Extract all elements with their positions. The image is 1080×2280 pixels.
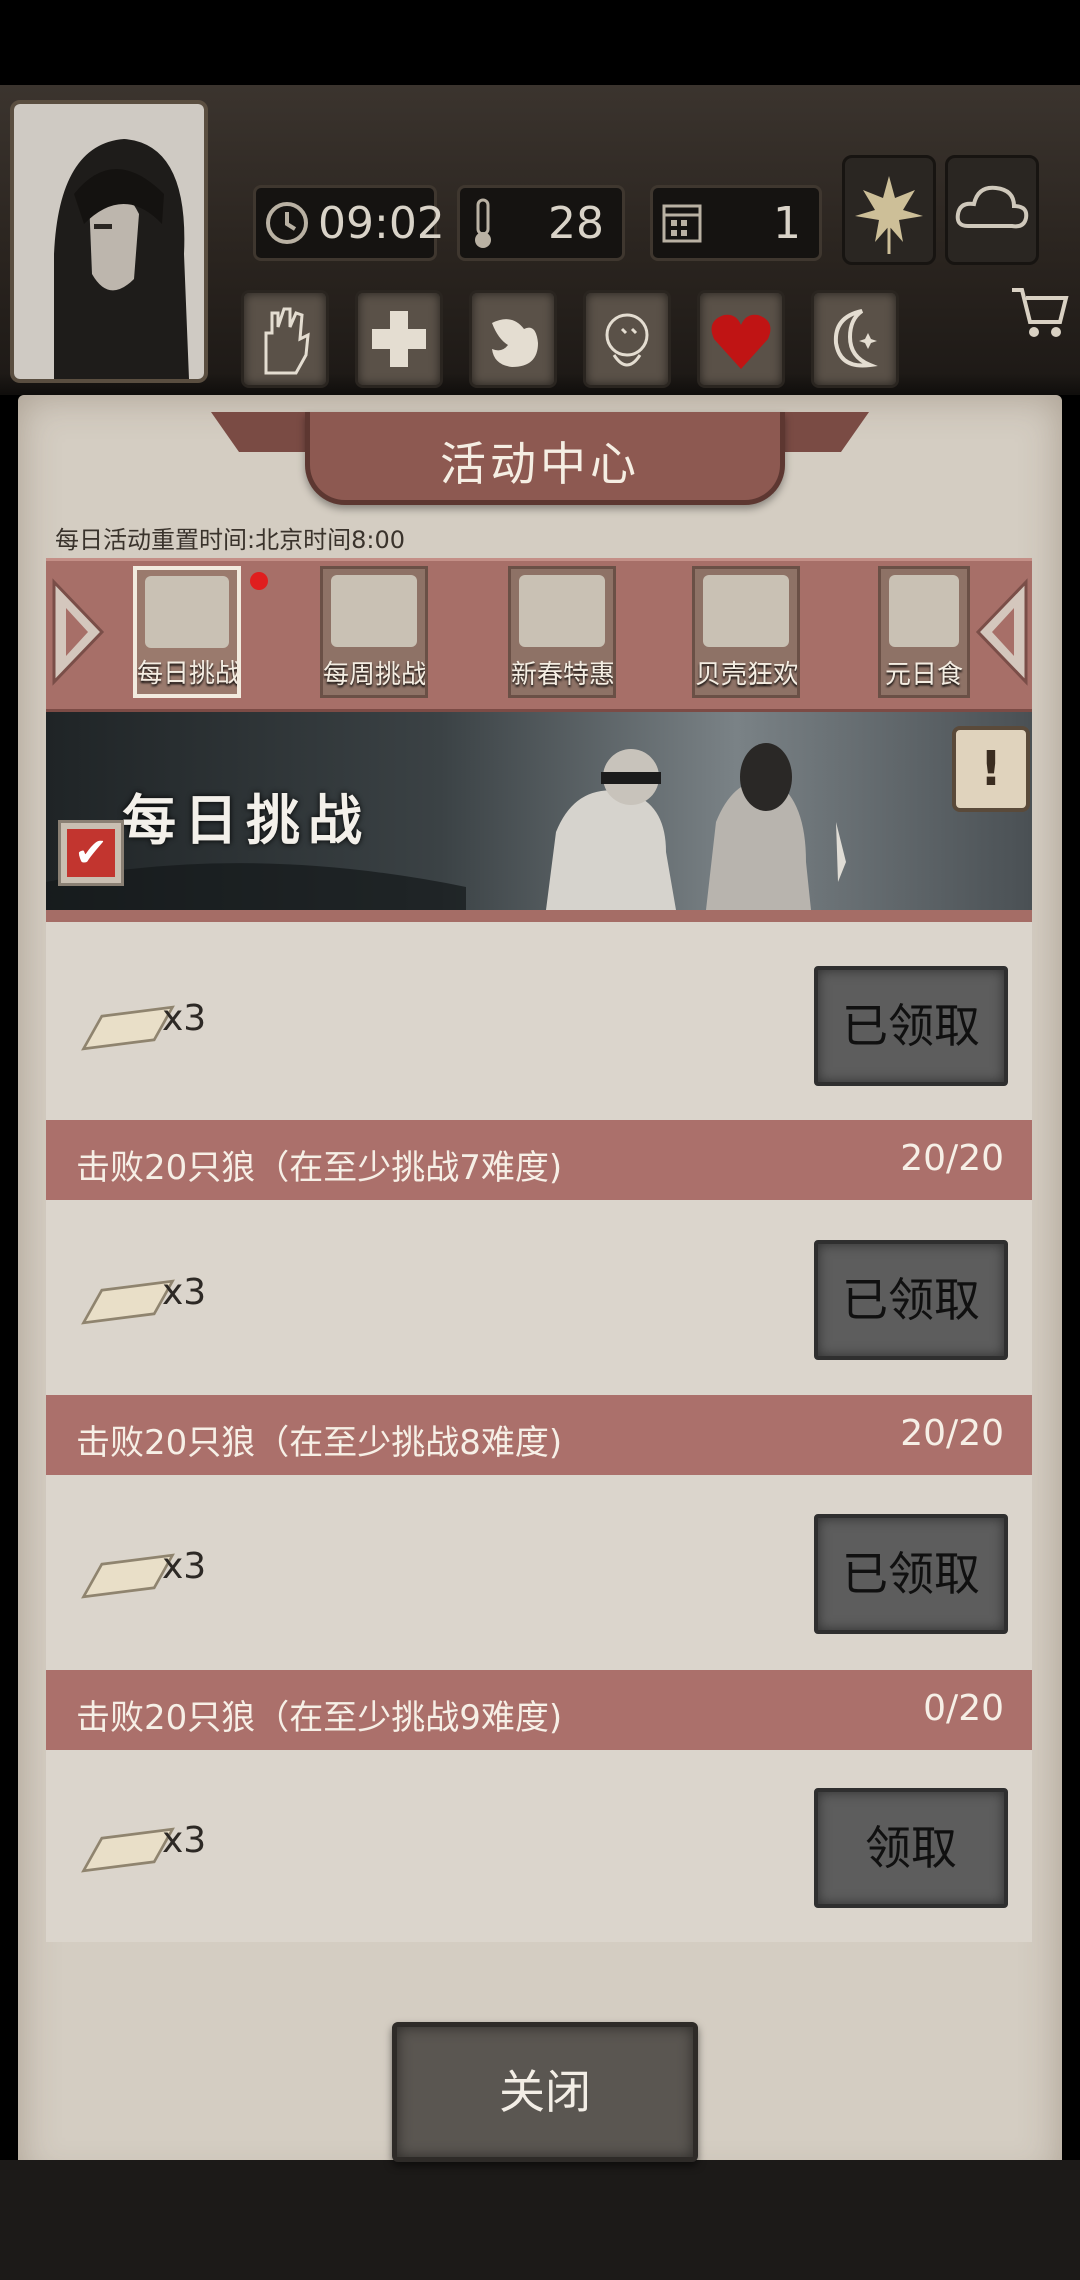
hand-icon bbox=[264, 307, 310, 375]
time-value: 09:02 bbox=[318, 198, 445, 249]
hunger-status-button[interactable] bbox=[469, 290, 557, 388]
day-box: 1 bbox=[650, 185, 822, 261]
close-button[interactable]: 关闭 bbox=[392, 2022, 698, 2162]
stomach-icon bbox=[492, 319, 538, 367]
shell-icon bbox=[703, 575, 789, 647]
tab-scroll-right[interactable] bbox=[972, 568, 1032, 696]
thermometer-icon bbox=[475, 198, 491, 248]
reward-quantity: x3 bbox=[162, 1820, 207, 1861]
reset-time-info: 每日活动重置时间:北京时间8:00 bbox=[55, 526, 405, 554]
task-description: 击败20只狼（在至少挑战8难度) bbox=[76, 1423, 563, 1463]
trophy-icon bbox=[145, 576, 229, 648]
panel-title: 活动中心 bbox=[440, 437, 640, 491]
head-icon bbox=[605, 313, 649, 367]
calendar-icon bbox=[662, 204, 702, 243]
shop-button[interactable] bbox=[1008, 280, 1070, 346]
notification-dot bbox=[250, 572, 268, 590]
task-progress: 0/20 bbox=[923, 1688, 1004, 1729]
tab-label: 每日挑战 bbox=[137, 659, 237, 689]
panel-footer bbox=[0, 2160, 1080, 2280]
info-button[interactable]: ! bbox=[952, 726, 1030, 812]
sleep-status-button[interactable] bbox=[811, 290, 899, 388]
heart-icon bbox=[711, 314, 771, 369]
task-description: 击败20只狼（在至少挑战7难度) bbox=[76, 1148, 563, 1188]
weather-button[interactable] bbox=[945, 155, 1039, 265]
tab-label: 新春特惠 bbox=[511, 660, 613, 690]
arrow-right-icon bbox=[975, 578, 1028, 686]
character-portrait[interactable] bbox=[10, 100, 208, 383]
mental-status-button[interactable] bbox=[583, 290, 671, 388]
task-progress: 20/20 bbox=[900, 1413, 1004, 1454]
reward-quantity: x3 bbox=[162, 1272, 207, 1313]
crossed-swords-icon bbox=[331, 575, 417, 647]
tab-weekly-challenge[interactable]: 每周挑战 bbox=[320, 566, 428, 698]
temperature-box: 28 bbox=[457, 185, 625, 261]
gift-box-icon bbox=[519, 575, 605, 647]
cart-icon bbox=[1012, 288, 1069, 337]
banner-divider bbox=[46, 910, 1032, 922]
arrow-left-icon bbox=[52, 578, 105, 686]
claim-button[interactable]: 领取 bbox=[814, 1788, 1008, 1908]
chef-portrait-icon bbox=[889, 575, 959, 647]
day-value: 1 bbox=[773, 198, 801, 249]
reward-quantity: x3 bbox=[162, 998, 207, 1039]
task-progress: 20/20 bbox=[900, 1138, 1004, 1179]
banner-title: 每日挑战 bbox=[122, 789, 370, 852]
cross-icon bbox=[372, 311, 426, 367]
clock-icon bbox=[266, 202, 308, 244]
moon-icon bbox=[833, 309, 878, 368]
task-description: 击败20只狼（在至少挑战9难度) bbox=[76, 1698, 563, 1738]
claimed-button[interactable]: 已领取 bbox=[814, 1514, 1008, 1634]
claimed-button[interactable]: 已领取 bbox=[814, 966, 1008, 1086]
leaf-icon bbox=[855, 176, 923, 254]
banner-checkbox[interactable]: ✔ bbox=[58, 820, 124, 886]
tab-new-year-food[interactable]: 元日食 bbox=[878, 566, 970, 698]
season-button[interactable] bbox=[842, 155, 936, 265]
character-avatar-icon bbox=[14, 104, 204, 379]
heart-status-button[interactable] bbox=[697, 290, 785, 388]
tab-label: 每周挑战 bbox=[323, 660, 425, 690]
claimed-button[interactable]: 已领取 bbox=[814, 1240, 1008, 1360]
temperature-value: 28 bbox=[548, 198, 604, 249]
tab-label: 元日食 bbox=[884, 660, 963, 690]
check-icon: ✔ bbox=[67, 829, 115, 877]
reward-quantity: x3 bbox=[162, 1546, 207, 1587]
tab-label: 贝壳狂欢 bbox=[695, 660, 797, 690]
tab-daily-challenge[interactable]: 每日挑战 bbox=[133, 566, 241, 698]
tab-spring-sale[interactable]: 新春特惠 bbox=[508, 566, 616, 698]
hand-status-button[interactable] bbox=[241, 290, 329, 388]
tab-shell-carnival[interactable]: 贝壳狂欢 bbox=[692, 566, 800, 698]
clock-box: 09:02 bbox=[253, 185, 445, 261]
tab-scroll-left[interactable] bbox=[48, 568, 108, 696]
health-status-button[interactable] bbox=[355, 290, 443, 388]
cloud-icon bbox=[955, 185, 1029, 229]
